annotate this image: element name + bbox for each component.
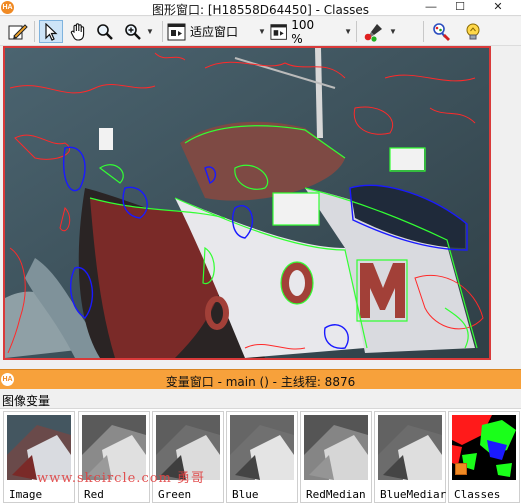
iconic-var-thumbnail[interactable]: Blue bbox=[226, 411, 298, 503]
segmented-boat-image bbox=[5, 48, 489, 358]
zoom-mode-dropdown[interactable]: 适应窗口 ▼ bbox=[167, 20, 267, 43]
title-bar: HA 图形窗口: [H18558D64450] - Classes — ☐ ✕ bbox=[0, 0, 521, 17]
iconic-var-label: BlueMediar bbox=[380, 488, 447, 501]
toolbar-separator bbox=[356, 21, 357, 42]
iconic-var-label: Green bbox=[158, 488, 192, 501]
iconic-var-label: Image bbox=[9, 488, 43, 501]
chevron-down-icon: ▼ bbox=[258, 27, 266, 36]
pencil-edit-icon bbox=[8, 23, 28, 39]
pan-hand-button[interactable] bbox=[66, 20, 90, 43]
zoom-percent-value: 100 % bbox=[291, 17, 315, 46]
magnifier-icon bbox=[97, 23, 113, 40]
draw-mode-button[interactable] bbox=[5, 20, 31, 43]
magnify-button[interactable] bbox=[93, 20, 117, 43]
select-pointer-button[interactable] bbox=[39, 20, 63, 43]
selected-variable-marker bbox=[455, 463, 467, 475]
toolbar-separator bbox=[34, 21, 35, 42]
hand-icon bbox=[70, 22, 85, 41]
zoom-in-icon bbox=[125, 23, 141, 40]
iconic-var-label: Classes bbox=[454, 488, 501, 501]
iconic-var-thumbnail[interactable]: Classes bbox=[448, 411, 520, 503]
iconic-var-thumbnail[interactable]: Image bbox=[3, 411, 75, 503]
iconic-var-label: Red bbox=[84, 488, 104, 501]
iconic-var-thumbnail[interactable]: Green bbox=[152, 411, 224, 503]
variable-window-title: 变量窗口 - main () - 主线程: 8876 bbox=[165, 375, 356, 389]
help-tip-button[interactable] bbox=[460, 20, 486, 43]
iconic-var-thumbnail[interactable]: RedMedian bbox=[300, 411, 372, 503]
red-median-thumbnail bbox=[304, 415, 368, 480]
toolbar-separator bbox=[162, 21, 163, 42]
iconic-variables-list: Image Red Green Blue RedMedian BlueMedia… bbox=[0, 408, 521, 503]
fit-window-icon bbox=[167, 23, 186, 40]
color-settings-dropdown[interactable]: ▼ bbox=[361, 20, 399, 43]
maximize-button[interactable]: ☐ bbox=[446, 0, 474, 15]
watermark-text: www.skcircle.com 勇哥 bbox=[37, 471, 206, 486]
color-palette-icon bbox=[364, 23, 383, 42]
zoom-percent-icon bbox=[270, 23, 287, 40]
blue-channel-thumbnail bbox=[230, 415, 294, 480]
toolbar-separator bbox=[423, 21, 424, 42]
pointer-arrow-icon bbox=[45, 22, 58, 41]
zoom-percent-dropdown[interactable]: 100 % ▼ bbox=[270, 17, 352, 46]
chevron-down-icon: ▼ bbox=[344, 27, 352, 36]
graphics-scrollbar[interactable] bbox=[492, 46, 508, 362]
blue-median-thumbnail bbox=[378, 415, 442, 480]
chevron-down-icon: ▼ bbox=[146, 27, 154, 36]
iconic-var-thumbnail[interactable]: Red bbox=[78, 411, 150, 503]
pixel-info-icon bbox=[433, 22, 450, 41]
graphics-toolbar: ▼ 适应窗口 ▼ 100 % ▼ ▼ bbox=[0, 17, 521, 46]
zoom-mode-value: 适应窗口 bbox=[190, 25, 239, 39]
iconic-variables-label: 图像变量 bbox=[2, 394, 51, 408]
chevron-down-icon: ▼ bbox=[389, 27, 397, 36]
iconic-var-thumbnail[interactable]: BlueMediar bbox=[374, 411, 446, 503]
zoom-in-dropdown[interactable]: ▼ bbox=[120, 20, 158, 43]
minimize-button[interactable]: — bbox=[417, 0, 445, 15]
variable-window-header: HA 变量窗口 - main () - 主线程: 8876 bbox=[0, 369, 521, 389]
close-button[interactable]: ✕ bbox=[475, 0, 521, 15]
graphics-canvas[interactable] bbox=[3, 46, 491, 360]
inspect-button[interactable] bbox=[428, 20, 454, 43]
lightbulb-icon bbox=[466, 23, 480, 39]
iconic-var-label: Blue bbox=[232, 488, 259, 501]
iconic-var-label: RedMedian bbox=[306, 488, 366, 501]
